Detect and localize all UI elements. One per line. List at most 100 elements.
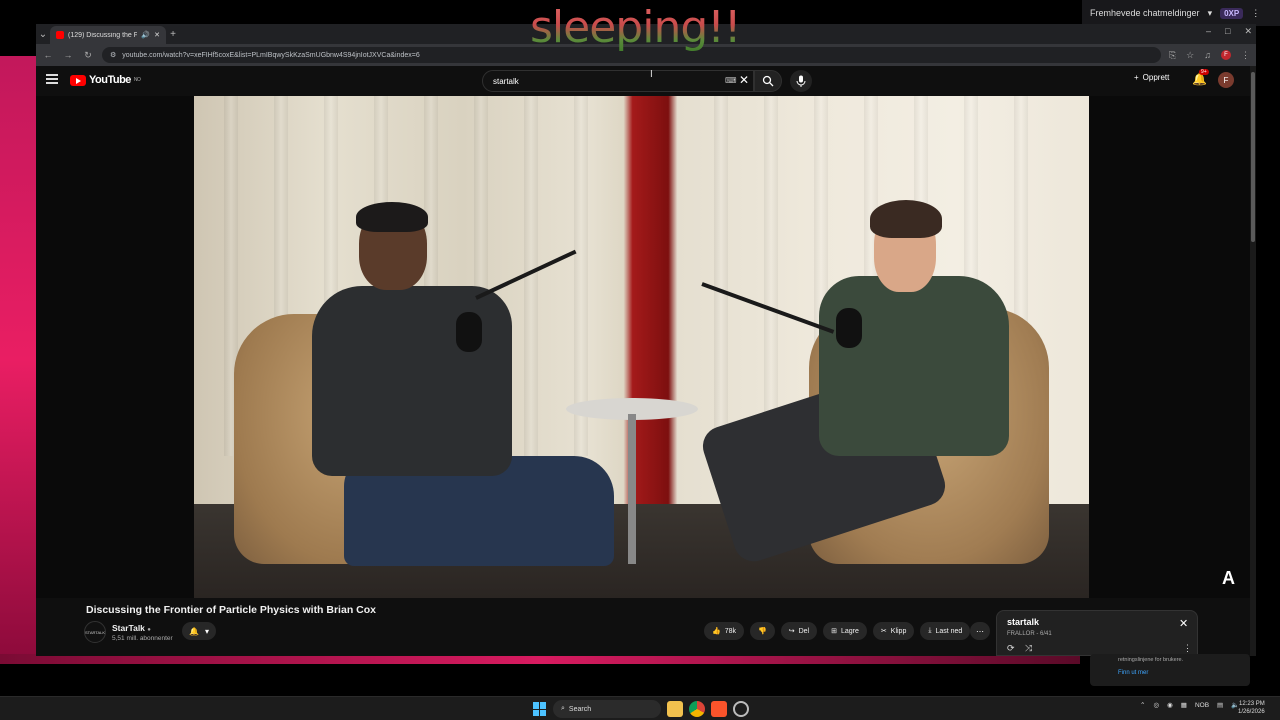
back-icon[interactable]: ← <box>42 50 54 60</box>
taskbar-search[interactable]: ⌕ Search <box>553 700 661 718</box>
minimize-icon[interactable]: – <box>1206 26 1211 37</box>
search-input[interactable]: startalk <box>482 70 754 92</box>
video-actions: 👍 78k 👎 ↪ Del ⊞ Lagre ✂ Klipp ⤓ Last ned <box>704 622 971 640</box>
subscriber-count: 5,51 mill. abonnenter <box>112 635 173 642</box>
new-tab-icon[interactable]: + <box>166 27 180 41</box>
brave-icon[interactable] <box>711 701 727 717</box>
channel-name[interactable]: StarTalk ● <box>112 623 151 633</box>
close-icon[interactable]: ✕ <box>1179 617 1188 630</box>
chevron-down-icon[interactable]: ▾ <box>1208 8 1213 19</box>
loop-icon[interactable]: ⟳ <box>1007 643 1015 654</box>
bell-icon: 🔔 <box>189 626 199 636</box>
maximize-icon[interactable]: □ <box>1225 26 1230 37</box>
taskbar: ⌕ Search ⌃ ◎ ◉ ▦ NOB ▤ 🔈 12:23 PM 1/26/2… <box>0 696 1280 720</box>
notice-text: retningslinjene for brukere. <box>1118 657 1184 663</box>
speaker-icon[interactable]: 🔊 <box>141 31 150 39</box>
search-icon: ⌕ <box>561 705 565 712</box>
menu-icon[interactable] <box>46 74 58 84</box>
scissors-icon: ✂ <box>880 628 887 635</box>
more-actions-icon[interactable]: ⋯ <box>970 622 990 640</box>
reload-icon[interactable]: ↻ <box>82 50 94 61</box>
file-explorer-icon[interactable] <box>667 701 683 717</box>
clear-search-icon[interactable]: ✕ <box>739 73 749 87</box>
microphone-icon <box>796 75 806 87</box>
playlist-panel: startalk FRALLOR - 6/41 ✕ ⟳ ⤨ ⋮ <box>996 610 1198 656</box>
clip-button[interactable]: ✂ Klipp <box>872 622 915 640</box>
media-control-icon[interactable]: ♫ <box>1204 50 1211 61</box>
network-icon[interactable]: ▤ <box>1217 701 1223 709</box>
tray-app-icon[interactable]: ◎ <box>1153 701 1159 709</box>
dislike-button[interactable]: 👎 <box>750 622 775 640</box>
browser-tab[interactable]: (129) Discussing the Frontie... 🔊 ✕ <box>50 26 166 44</box>
tray-app-icon[interactable]: ◉ <box>1167 701 1173 709</box>
search-icon <box>762 75 774 87</box>
youtube-header: YouTube NO startalk ⌨ ✕ + Opprett 🔔 9+ F <box>36 66 1250 96</box>
text-cursor-icon: I <box>650 69 653 80</box>
plus-icon: + <box>1134 73 1139 82</box>
create-label: Opprett <box>1142 73 1170 82</box>
youtube-play-icon <box>70 74 86 86</box>
xp-badge: 0XP <box>1220 7 1244 19</box>
page-scrollbar[interactable] <box>1250 66 1256 656</box>
channel-watermark-icon[interactable]: A <box>1222 568 1235 589</box>
learn-more-link[interactable]: Finn ut mer <box>1118 670 1148 676</box>
tab-title: (129) Discussing the Frontie... <box>68 31 138 39</box>
youtube-logo[interactable]: YouTube NO <box>70 74 141 86</box>
close-tab-icon[interactable]: ✕ <box>154 31 160 39</box>
account-avatar[interactable]: F <box>1218 72 1234 88</box>
system-tray: ⌃ ◎ ◉ ▦ NOB ▤ 🔈 <box>1140 701 1239 710</box>
chat-highlights-label: Fremhevede chatmeldinger <box>1090 8 1200 18</box>
youtube-logo-text: YouTube <box>89 74 131 86</box>
channel-avatar[interactable]: STARTALK <box>84 621 106 643</box>
download-icon: ⤓ <box>928 627 932 634</box>
tab-search-icon[interactable]: ⌄ <box>36 27 50 41</box>
keyboard-icon[interactable]: ⌨ <box>725 76 737 85</box>
close-window-icon[interactable]: ✕ <box>1244 26 1252 37</box>
share-label: Del <box>798 627 810 635</box>
forward-icon[interactable]: → <box>62 50 74 60</box>
browser-menu-icon[interactable]: ⋮ <box>1241 50 1250 61</box>
save-button[interactable]: ⊞ Lagre <box>823 622 867 640</box>
info-notice: retningslinjene for brukere. Finn ut mer <box>1090 654 1250 686</box>
clock[interactable]: 12:23 PM 1/26/2026 <box>1238 700 1265 716</box>
chat-highlights-panel[interactable]: Fremhevede chatmeldinger ▾ 0XP ⋮ <box>1082 0 1280 26</box>
share-icon: ↪ <box>788 628 795 635</box>
scrollbar-thumb[interactable] <box>1251 72 1255 242</box>
tray-app-icon[interactable]: ▦ <box>1181 701 1187 709</box>
create-button[interactable]: + Opprett <box>1134 73 1169 82</box>
url-text: youtube.com/watch?v=xeFIHf5coxE&list=PLm… <box>122 51 420 59</box>
search-button[interactable] <box>754 70 782 92</box>
download-button[interactable]: ⤓ Last ned <box>920 622 971 640</box>
overlay-caption: sleeping!! <box>530 2 742 53</box>
playlist-subtitle: FRALLOR - 6/41 <box>1007 631 1052 637</box>
playlist-title[interactable]: startalk <box>1007 617 1039 627</box>
youtube-page: YouTube NO startalk ⌨ ✕ + Opprett 🔔 9+ F <box>36 66 1256 656</box>
browser-window: ⌄ (129) Discussing the Frontie... 🔊 ✕ + … <box>36 24 1256 656</box>
more-vert-icon[interactable]: ⋮ <box>1251 8 1260 19</box>
clip-label: Klipp <box>890 627 907 635</box>
chrome-icon[interactable] <box>689 701 705 717</box>
more-vert-icon[interactable]: ⋮ <box>1183 643 1192 654</box>
channel-name-text: StarTalk <box>112 623 145 633</box>
app-icon[interactable] <box>733 701 749 717</box>
voice-search-button[interactable] <box>790 70 812 92</box>
share-button[interactable]: ↪ Del <box>780 622 818 640</box>
thumbs-down-icon: 👎 <box>758 628 767 635</box>
windows-start-icon[interactable] <box>533 702 547 716</box>
notifications-badge: 9+ <box>1199 69 1209 75</box>
like-button[interactable]: 👍 78k <box>704 622 745 640</box>
region-code: NO <box>133 77 141 83</box>
install-app-icon[interactable]: ⎘ <box>1169 50 1176 61</box>
search-value: startalk <box>493 76 519 86</box>
video-title: Discussing the Frontier of Particle Phys… <box>86 604 376 616</box>
language-indicator[interactable]: NOB <box>1195 702 1209 709</box>
bookmark-star-icon[interactable]: ☆ <box>1186 50 1194 61</box>
subscription-bell-button[interactable]: 🔔 ▾ <box>182 622 216 640</box>
chevron-down-icon: ▾ <box>204 626 209 636</box>
chevron-up-icon[interactable]: ⌃ <box>1140 701 1145 709</box>
site-info-icon[interactable]: ⚙ <box>110 51 116 59</box>
shuffle-icon[interactable]: ⤨ <box>1025 643 1032 654</box>
video-player[interactable]: A <box>36 96 1250 598</box>
like-count: 78k <box>724 627 737 635</box>
profile-icon[interactable]: F <box>1221 49 1231 60</box>
